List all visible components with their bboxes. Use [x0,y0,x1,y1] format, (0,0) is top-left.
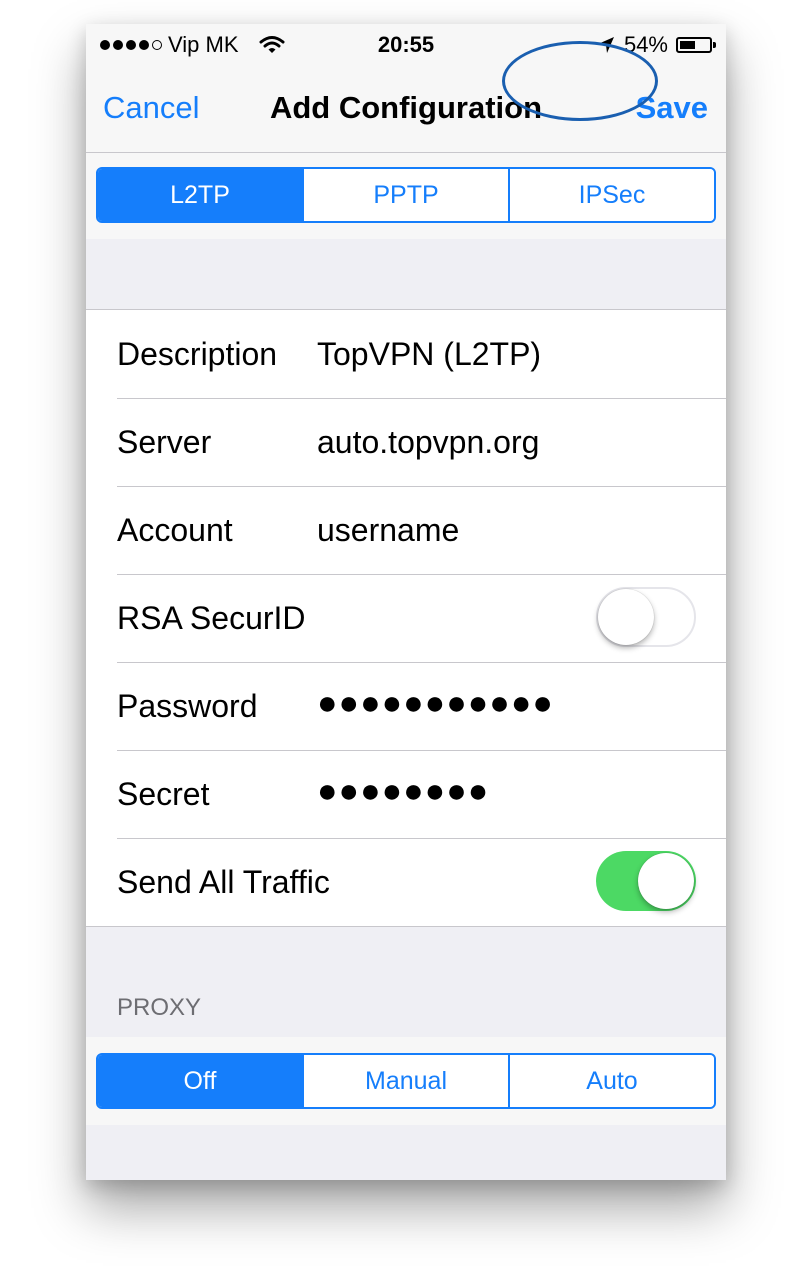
configuration-table: Description TopVPN (L2TP) Server auto.to… [86,309,726,927]
password-label: Password [117,688,258,724]
segment-l2tp[interactable]: L2TP [98,169,304,221]
description-field[interactable]: TopVPN (L2TP) [317,336,541,373]
secret-label: Secret [117,776,210,812]
description-label: Description [117,336,278,372]
battery-tip [713,42,716,48]
segment-manual[interactable]: Manual [304,1055,510,1107]
secret-field[interactable]: ●●●●●●●● [317,772,489,811]
server-label: Server [117,424,212,460]
description-row[interactable]: Description TopVPN (L2TP) [117,310,726,399]
battery-fill [680,41,695,49]
proxy-section-header: PROXY [117,994,202,1021]
send-all-traffic-label: Send All Traffic [117,864,330,900]
secret-row[interactable]: Secret ●●●●●●●● [117,750,726,839]
segment-off[interactable]: Off [98,1055,304,1107]
send-all-traffic-toggle[interactable] [596,851,696,911]
account-label: Account [117,512,233,548]
password-row[interactable]: Password ●●●●●●●●●●● [117,662,726,751]
account-field[interactable]: username [317,512,459,549]
toggle-knob [598,589,654,645]
segment-ipsec[interactable]: IPSec [510,169,714,221]
send-all-traffic-row: Send All Traffic [117,838,726,926]
segment-pptp[interactable]: PPTP [304,169,510,221]
rsa-securid-row: RSA SecurID [117,574,726,663]
battery-icon [676,37,716,53]
segment-auto[interactable]: Auto [510,1055,714,1107]
rsa-securid-toggle[interactable] [596,587,696,647]
toggle-knob [638,853,694,909]
password-field[interactable]: ●●●●●●●●●●● [317,684,554,723]
proxy-segmented-control: Off Manual Auto [96,1053,716,1109]
save-highlight-ring [502,41,658,121]
rsa-securid-label: RSA SecurID [117,600,306,636]
server-row[interactable]: Server auto.topvpn.org [117,398,726,487]
proxy-container: Off Manual Auto [86,1037,726,1125]
server-field[interactable]: auto.topvpn.org [317,424,539,461]
vpn-type-segmented-control: L2TP PPTP IPSec [96,167,716,223]
vpn-type-container: L2TP PPTP IPSec [86,153,726,239]
account-row[interactable]: Account username [117,486,726,575]
phone-screen: Vip MK 20:55 54% Cancel Add Configuratio… [86,24,726,1180]
